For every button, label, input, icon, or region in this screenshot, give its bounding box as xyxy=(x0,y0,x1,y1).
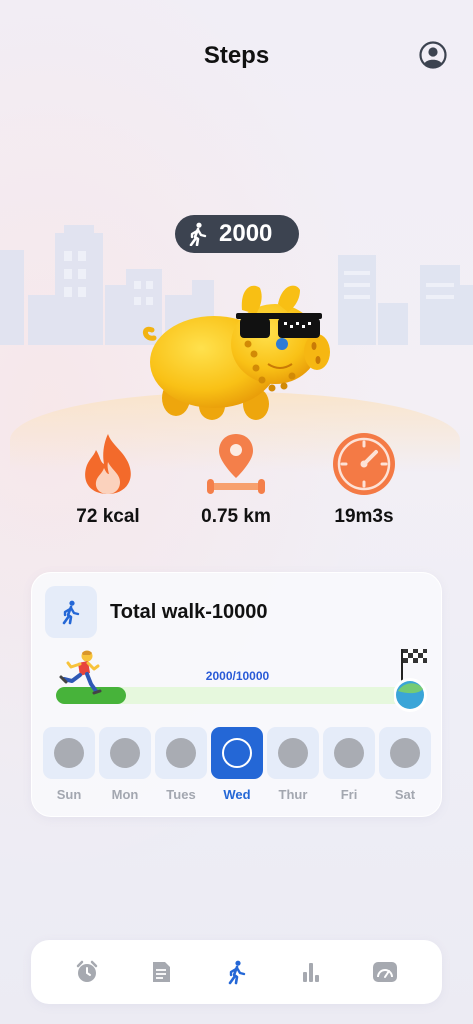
runner-icon xyxy=(59,650,102,695)
walk-icon xyxy=(334,738,364,768)
walk-icon xyxy=(166,738,196,768)
walk-goal-card: Total walk-10000 2000/10000 Sun Mon Tues… xyxy=(31,572,442,817)
day-wed[interactable]: Wed xyxy=(211,727,263,807)
walk-icon xyxy=(222,738,252,768)
header: Steps xyxy=(0,36,473,80)
bar-chart-icon[interactable] xyxy=(297,958,325,986)
distance-stat: 0.75 km xyxy=(176,432,296,528)
page-title: Steps xyxy=(203,42,270,69)
day-tile xyxy=(155,727,207,779)
step-count-value: 2000 xyxy=(219,220,273,247)
progress-track xyxy=(56,687,406,704)
flame-icon xyxy=(85,434,131,494)
clock-icon xyxy=(333,433,395,495)
day-tile xyxy=(43,727,95,779)
day-label: Sun xyxy=(56,787,82,802)
walk-icon xyxy=(45,586,97,638)
walk-icon xyxy=(278,738,308,768)
duration-stat: 19m3s xyxy=(304,432,424,528)
day-mon[interactable]: Mon xyxy=(99,727,151,807)
alarm-clock-icon[interactable] xyxy=(73,958,101,986)
calories-stat: 72 kcal xyxy=(48,432,168,528)
calories-value: 72 kcal xyxy=(76,506,140,527)
location-pin-icon xyxy=(207,434,265,494)
day-label: Mon xyxy=(111,787,139,802)
document-icon[interactable] xyxy=(147,958,175,986)
day-thur[interactable]: Thur xyxy=(267,727,319,807)
speedometer-icon[interactable] xyxy=(371,958,399,986)
day-label: Tues xyxy=(166,787,196,802)
day-sat[interactable]: Sat xyxy=(379,727,431,807)
day-tile xyxy=(267,727,319,779)
walk-icon[interactable] xyxy=(223,958,251,986)
piggy-mascot-image xyxy=(143,285,330,420)
weekday-selector: Sun Mon Tues Wed Thur Fri Sat xyxy=(43,727,433,807)
day-tues[interactable]: Tues xyxy=(155,727,207,807)
day-label: Wed xyxy=(223,787,251,802)
day-tile xyxy=(211,727,263,779)
goal-title: Total walk-10000 xyxy=(110,601,268,623)
walk-icon xyxy=(54,738,84,768)
distance-value: 0.75 km xyxy=(201,506,271,527)
user-circle-icon[interactable] xyxy=(419,41,447,69)
finish-flag-icon xyxy=(394,649,427,712)
walk-icon xyxy=(110,738,140,768)
day-label: Fri xyxy=(340,787,358,802)
walk-icon xyxy=(189,222,207,246)
duration-value: 19m3s xyxy=(334,506,394,527)
day-label: Sat xyxy=(394,787,416,802)
step-count-badge: 2000 xyxy=(175,215,299,253)
day-label: Thur xyxy=(278,787,308,802)
walk-icon xyxy=(390,738,420,768)
day-fri[interactable]: Fri xyxy=(323,727,375,807)
bottom-tab-bar xyxy=(31,940,442,1004)
day-tile xyxy=(99,727,151,779)
day-tile xyxy=(323,727,375,779)
day-sun[interactable]: Sun xyxy=(43,727,95,807)
day-tile xyxy=(379,727,431,779)
